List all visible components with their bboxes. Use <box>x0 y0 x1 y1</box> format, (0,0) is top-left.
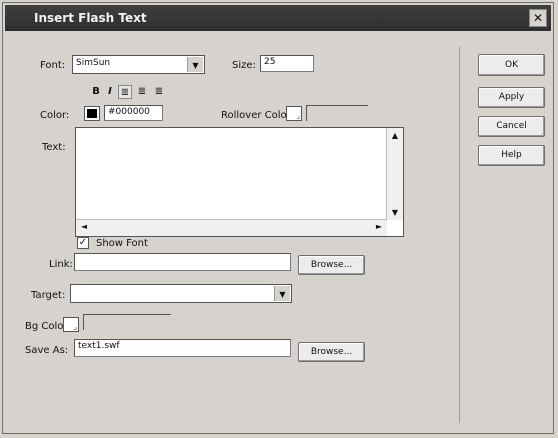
panel-divider <box>459 47 460 423</box>
font-label: Font: <box>40 60 66 71</box>
show-font-checkbox[interactable]: ✓ <box>77 237 89 249</box>
rollover-color-swatch[interactable]: ⌟ <box>286 106 302 121</box>
show-font-label: Show Font <box>96 238 148 249</box>
close-icon[interactable]: ✕ <box>529 9 547 27</box>
italic-button[interactable]: I <box>103 85 117 99</box>
color-field[interactable]: #000000 <box>104 105 163 121</box>
link-field[interactable] <box>74 253 291 271</box>
size-label: Size: <box>232 60 256 71</box>
insert-flash-text-dialog: Insert Flash Text ✕ Font: SimSun ▼ Size:… <box>2 2 554 434</box>
align-center-button[interactable]: ≣ <box>135 85 149 99</box>
scroll-down-icon[interactable]: ▼ <box>388 207 402 219</box>
scroll-right-icon[interactable]: ► <box>372 221 386 233</box>
text-label: Text: <box>42 142 66 153</box>
target-label: Target: <box>31 290 66 301</box>
bold-button[interactable]: B <box>89 85 103 99</box>
color-swatch-fill <box>87 109 97 118</box>
vertical-scrollbar[interactable]: ▲ ▼ <box>386 128 403 220</box>
bg-color-field[interactable] <box>83 314 171 330</box>
cancel-button[interactable]: Cancel <box>478 116 545 137</box>
font-select[interactable]: SimSun ▼ <box>72 55 205 74</box>
chevron-down-icon: ▼ <box>187 57 203 72</box>
align-right-button[interactable]: ≣ <box>152 85 166 99</box>
window-title: Insert Flash Text <box>34 11 147 25</box>
color-swatch[interactable] <box>84 106 100 121</box>
save-as-label: Save As: <box>25 345 69 356</box>
link-browse-button[interactable]: Browse... <box>298 255 365 275</box>
align-left-button[interactable]: ≣ <box>118 85 132 99</box>
target-select[interactable]: ▼ <box>70 284 292 303</box>
size-field[interactable]: 25 <box>260 55 314 72</box>
bg-color-swatch[interactable]: ⌟ <box>63 317 79 332</box>
rollover-color-label: Rollover Color: <box>221 110 294 121</box>
chevron-down-icon: ▼ <box>274 286 290 301</box>
swatch-picker-icon: ⌟ <box>296 112 300 120</box>
scroll-up-icon[interactable]: ▲ <box>388 130 402 142</box>
rollover-color-field[interactable] <box>306 105 368 121</box>
save-as-browse-button[interactable]: Browse... <box>298 342 365 362</box>
text-area[interactable]: ▲ ▼ ◄ ► <box>75 127 404 237</box>
scroll-left-icon[interactable]: ◄ <box>77 221 91 233</box>
title-bar: Insert Flash Text ✕ <box>5 5 551 31</box>
swatch-picker-icon: ⌟ <box>73 323 77 331</box>
apply-button[interactable]: Apply <box>478 87 545 108</box>
help-button[interactable]: Help <box>478 145 545 166</box>
link-label: Link: <box>49 259 73 270</box>
horizontal-scrollbar[interactable]: ◄ ► <box>76 219 387 236</box>
color-label: Color: <box>40 110 70 121</box>
font-value: SimSun <box>76 58 111 68</box>
ok-button[interactable]: OK <box>478 54 545 76</box>
save-as-field[interactable]: text1.swf <box>74 339 291 357</box>
